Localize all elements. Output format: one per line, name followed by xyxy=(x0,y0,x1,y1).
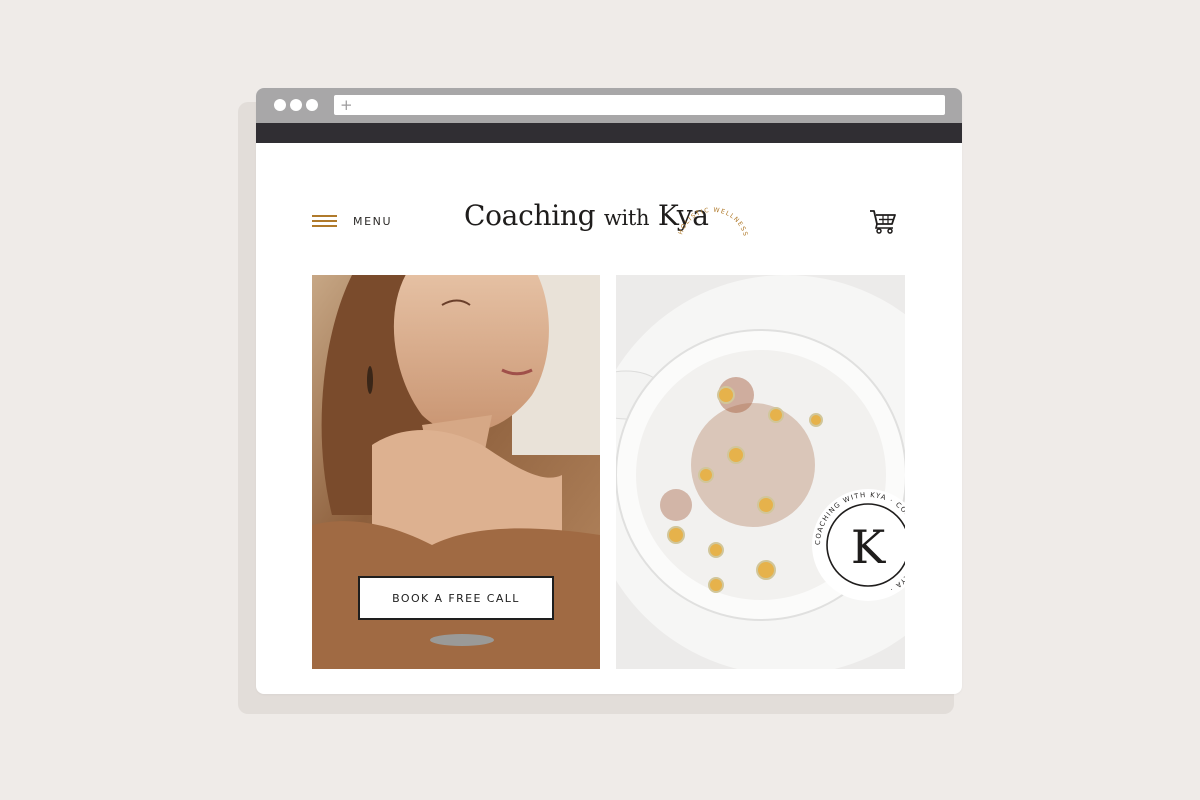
hamburger-icon[interactable] xyxy=(312,215,337,227)
cart-icon[interactable] xyxy=(868,207,898,235)
address-bar[interactable]: + xyxy=(334,95,945,115)
browser-window: + MENU Coaching with Kya HOLISTIC WELLNE… xyxy=(256,88,962,694)
window-minimize-dot[interactable] xyxy=(290,99,302,111)
browser-titlebar: + xyxy=(256,88,962,123)
menu-label[interactable]: MENU xyxy=(353,215,392,228)
logo-word-coaching: Coaching xyxy=(464,199,596,232)
logo-tagline-arc: HOLISTIC WELLNESS xyxy=(677,207,749,238)
svg-text:HOLISTIC WELLNESS: HOLISTIC WELLNESS xyxy=(677,207,749,238)
site-logo[interactable]: Coaching with Kya HOLISTIC WELLNESS xyxy=(464,195,754,245)
latte-illustration xyxy=(616,275,905,669)
window-maximize-dot[interactable] xyxy=(306,99,318,111)
latte-photo: COACHING WITH KYA · COACHING WITH KYA · … xyxy=(616,275,905,669)
browser-toolbar xyxy=(256,123,962,143)
logo-word-with: with xyxy=(603,206,650,230)
k-monogram-badge: COACHING WITH KYA · COACHING WITH KYA · … xyxy=(812,489,905,601)
portrait-photo: BOOK A FREE CALL xyxy=(312,275,600,669)
badge-letter: K xyxy=(851,520,887,574)
book-call-button[interactable]: BOOK A FREE CALL xyxy=(358,576,554,620)
window-close-dot[interactable] xyxy=(274,99,286,111)
menu-button[interactable]: MENU xyxy=(312,209,392,233)
plus-icon[interactable]: + xyxy=(340,95,353,115)
logo-tagline: HOLISTIC WELLNESS xyxy=(677,207,748,238)
website-content: MENU Coaching with Kya HOLISTIC WELLNESS xyxy=(256,143,962,694)
